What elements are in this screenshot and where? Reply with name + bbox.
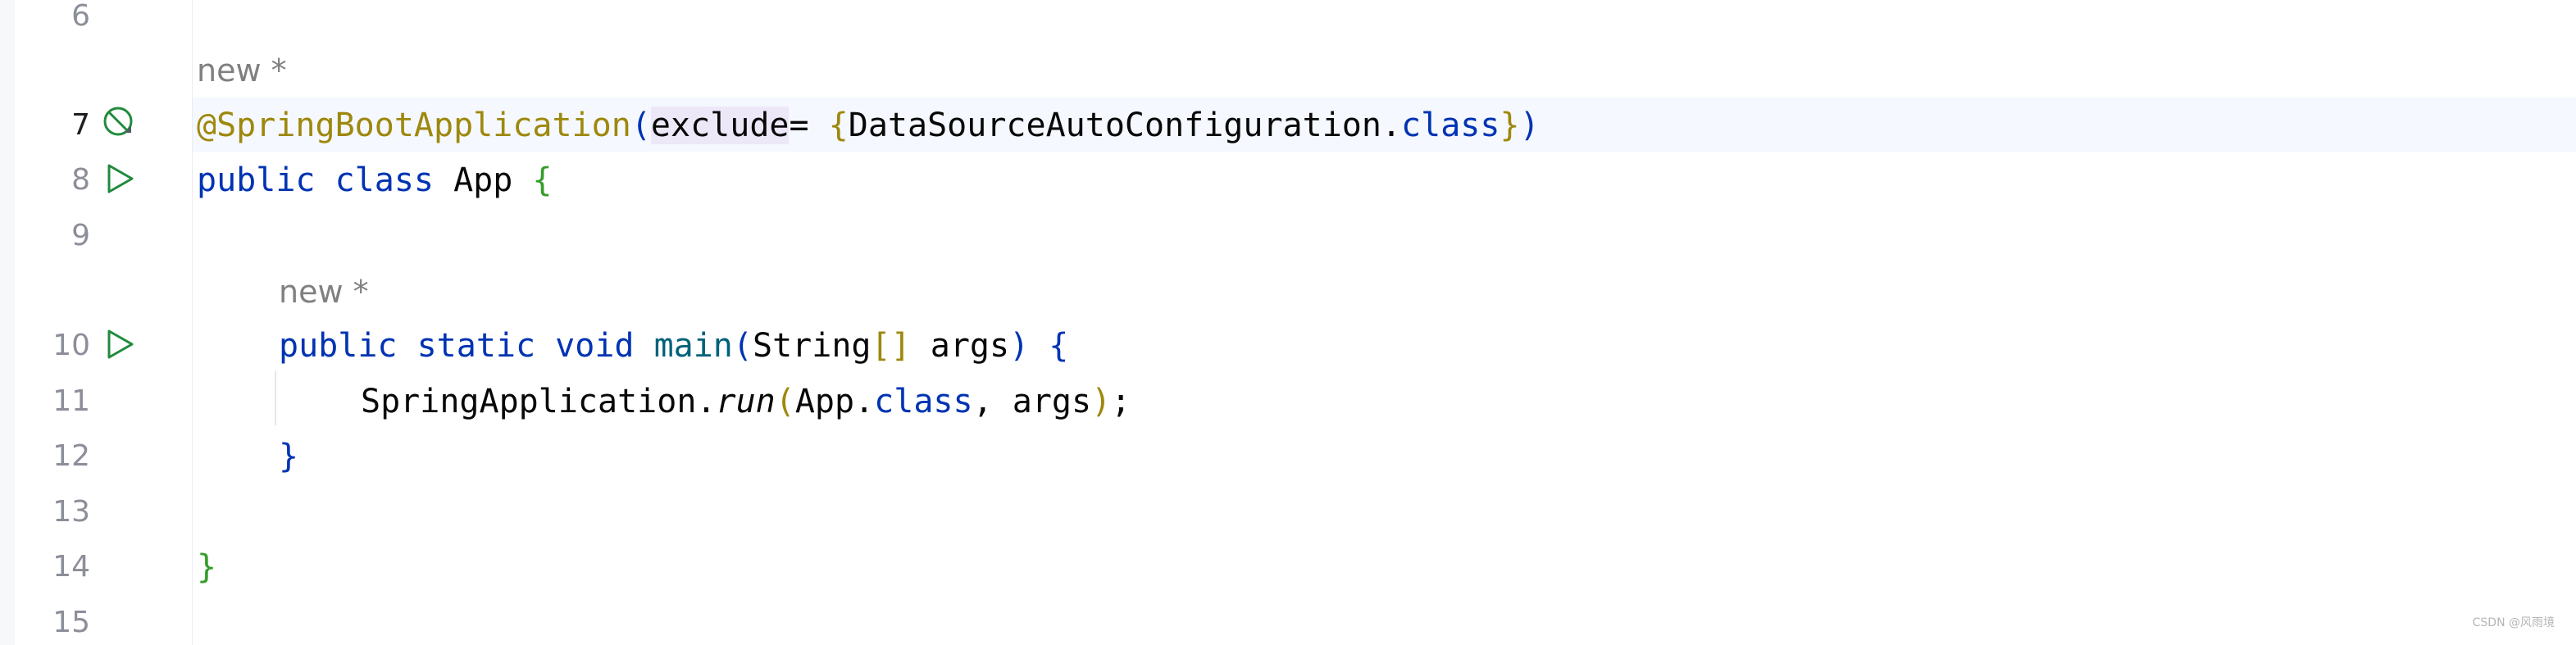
class-name-token: App [453,161,533,199]
semicolon-token: ; [1111,383,1131,420]
code-line-7[interactable]: @SpringBootApplication(exclude= {DataSou… [197,101,1540,150]
brace-token: } [279,438,299,475]
operator-token: = [789,107,829,144]
line-number: 8 [71,163,90,197]
line-number: 9 [71,219,90,252]
code-line-8[interactable]: public class App { [197,156,553,205]
brace-token: { [1049,327,1069,365]
brace-token: } [197,548,217,586]
line-number: 11 [52,384,90,418]
editor-gutter [15,0,192,645]
brace-token: } [1500,107,1520,144]
line-number: 15 [52,606,90,639]
paren-token: ( [732,327,753,365]
parameter-token: exclude [650,107,790,144]
argument-token: , args [972,383,1092,420]
paren-token: ) [1519,107,1540,144]
run-icon[interactable] [103,328,136,361]
line-number: 13 [52,495,90,529]
code-line-12[interactable]: } [279,432,298,481]
line-number: 7 [71,108,90,142]
line-number: 12 [52,439,90,473]
paren-token: ) [1009,327,1049,365]
indent-guide [275,371,276,425]
keyword-token: class [874,383,973,420]
editor-left-strip [0,0,16,645]
type-token: DataSourceAutoConfiguration. [848,107,1402,144]
line-number: 10 [52,329,90,362]
bracket-token: [] [871,327,911,365]
keyword-token: public class [197,161,454,199]
brace-token: { [828,107,849,144]
watermark: CSDN @风雨境 [2472,616,2555,629]
brace-token: { [532,161,553,199]
run-icon[interactable] [103,162,136,195]
paren-token: ( [775,383,795,420]
class-name-token: App. [794,383,875,420]
static-method-token: run [716,383,776,420]
spring-boot-disabled-icon[interactable] [102,105,134,138]
class-name-token: SpringApplication. [361,383,717,420]
code-line-10[interactable]: public static void main(String[] args) { [279,321,1068,370]
code-line-14[interactable]: } [197,543,216,592]
line-number: 14 [52,550,90,584]
code-line-11[interactable]: SpringApplication.run(App.class, args); [361,377,1131,426]
paren-token: ( [630,107,651,144]
gutter-separator [192,0,193,645]
annotation-token: @SpringBootApplication [197,107,631,144]
keyword-token: class [1401,107,1500,144]
type-token: String [752,327,872,365]
method-name-token: main [653,327,733,365]
usages-inlay-hint[interactable]: new * [197,54,287,87]
keyword-token: public static void [279,327,654,365]
line-number: 6 [71,0,90,33]
argument-token: args [910,327,1010,365]
usages-inlay-hint[interactable]: new * [279,275,369,308]
paren-token: ) [1091,383,1112,420]
